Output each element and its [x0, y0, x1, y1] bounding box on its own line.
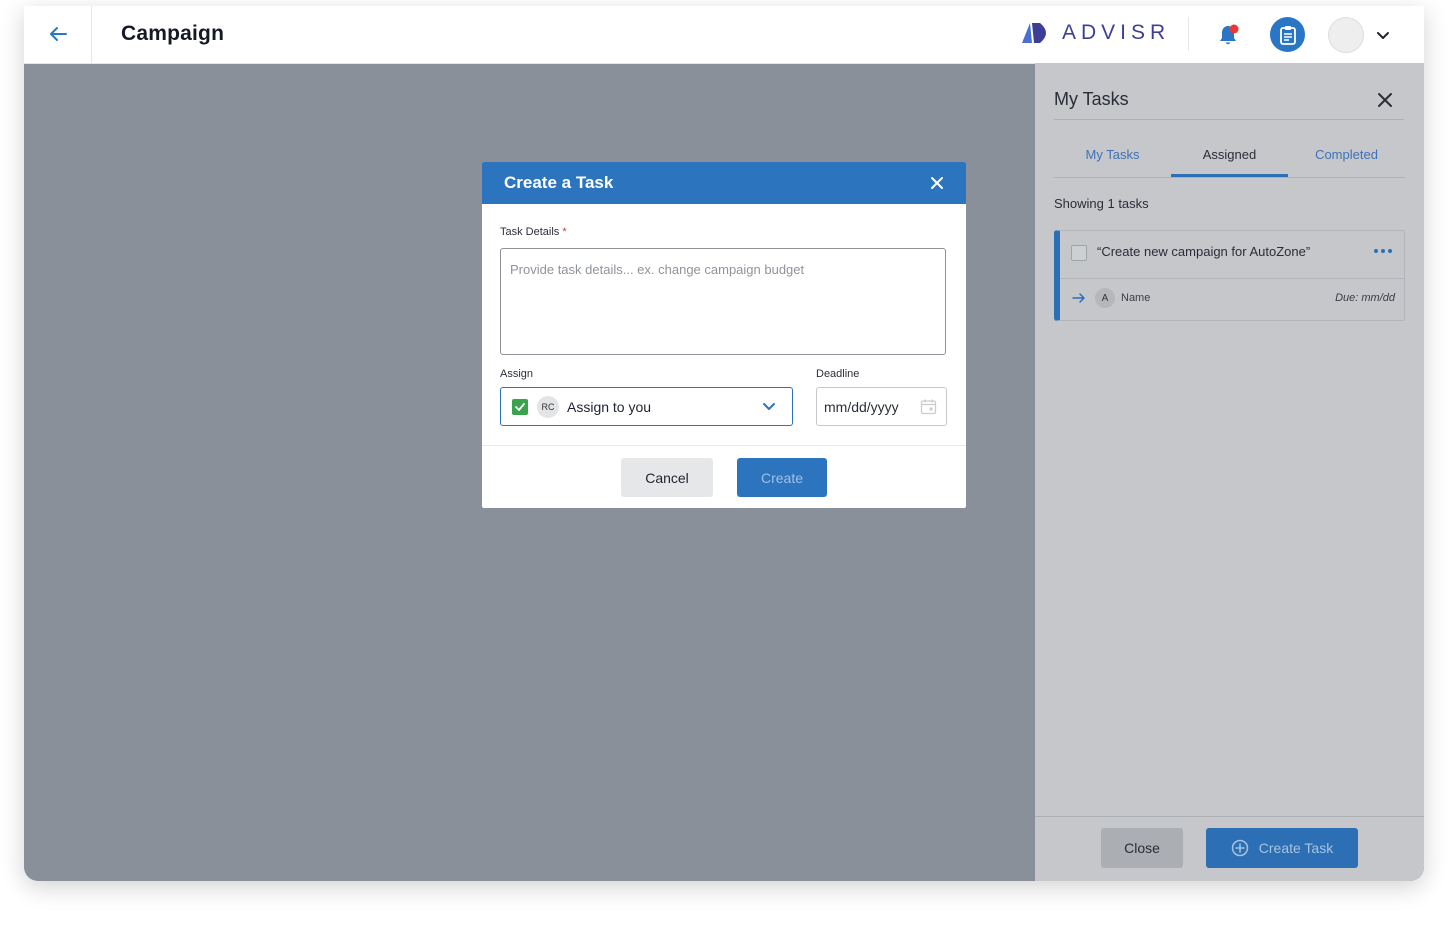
plus-circle-icon [1231, 839, 1249, 857]
deadline-placeholder: mm/dd/yyyy [824, 398, 899, 415]
create-task-button[interactable]: Create Task [1206, 828, 1358, 868]
task-details-textarea[interactable]: Provide task details... ex. change campa… [500, 248, 946, 355]
required-mark: * [562, 226, 567, 238]
task-checkbox[interactable] [1071, 245, 1087, 261]
task-card-divider [1060, 278, 1405, 279]
modal-footer-divider [482, 445, 966, 446]
assignee-avatar: A [1095, 288, 1115, 308]
header-divider-2 [1188, 17, 1189, 51]
back-button[interactable] [42, 20, 74, 48]
task-title: “Create new campaign for AutoZone” [1097, 244, 1311, 259]
modal-title: Create a Task [504, 173, 614, 192]
header-divider [91, 6, 92, 63]
tasks-button[interactable] [1270, 17, 1305, 52]
check-icon [515, 402, 525, 411]
assignee-avatar: RC [537, 395, 559, 418]
app-window: Campaign ADVISR Create a Task Task Detai… [24, 6, 1424, 881]
more-icon[interactable] [1373, 247, 1393, 255]
my-tasks-panel: My Tasks My Tasks Assigned Completed Sho… [1035, 63, 1424, 881]
panel-close-button[interactable] [1376, 91, 1394, 109]
close-icon [931, 177, 943, 189]
advisr-logo-icon [1022, 23, 1046, 43]
arrow-right-icon [1072, 293, 1085, 303]
modal-header: Create a Task [482, 162, 966, 204]
tasks-count: Showing 1 tasks [1054, 196, 1149, 211]
bell-icon [1220, 24, 1239, 45]
brand-logo: ADVISR [1020, 21, 1170, 45]
assign-label: Assign [500, 368, 534, 380]
tab-my-tasks[interactable]: My Tasks [1054, 141, 1171, 177]
tasks-tabs: My Tasks Assigned Completed [1054, 141, 1405, 178]
panel-footer: Close Create Task [1035, 816, 1424, 881]
create-button[interactable]: Create [737, 458, 827, 497]
calendar-icon[interactable] [920, 398, 937, 415]
clipboard-icon [1279, 25, 1296, 45]
cancel-button[interactable]: Cancel [621, 458, 713, 497]
account-menu-button[interactable] [1374, 26, 1392, 44]
brand-name: ADVISR [1062, 21, 1171, 44]
assignee-name: Name [1121, 292, 1151, 304]
modal-close-button[interactable] [928, 174, 946, 192]
tab-assigned[interactable]: Assigned [1171, 141, 1288, 177]
deadline-input[interactable]: mm/dd/yyyy [816, 387, 947, 426]
top-bar: Campaign ADVISR [24, 6, 1424, 64]
chevron-down-icon [1377, 32, 1389, 39]
tab-completed[interactable]: Completed [1288, 141, 1405, 177]
panel-title: My Tasks [1054, 89, 1129, 109]
back-arrow-icon [50, 27, 67, 41]
task-details-placeholder: Provide task details... ex. change campa… [510, 262, 805, 277]
assign-select[interactable]: RC Assign to you [500, 387, 793, 426]
page-title: Campaign [121, 22, 225, 45]
notification-dot [1229, 24, 1239, 34]
panel-divider [1054, 119, 1404, 120]
task-details-label-text: Task Details [500, 226, 560, 238]
notifications-button[interactable] [1216, 22, 1242, 48]
task-due-date: Due: mm/dd [1335, 292, 1395, 304]
panel-close-footer-button[interactable]: Close [1101, 828, 1183, 868]
task-card[interactable]: “Create new campaign for AutoZone” A Nam… [1054, 230, 1405, 321]
create-task-modal: Create a Task Task Details * Provide tas… [482, 162, 966, 508]
create-task-label: Create Task [1258, 840, 1334, 856]
user-avatar[interactable] [1328, 17, 1364, 53]
deadline-label: Deadline [816, 368, 860, 380]
assign-checkbox[interactable] [512, 398, 528, 415]
close-icon [1378, 93, 1392, 107]
chevron-down-icon [763, 403, 775, 410]
assign-value: Assign to you [567, 398, 652, 415]
task-details-label: Task Details * [500, 226, 567, 238]
